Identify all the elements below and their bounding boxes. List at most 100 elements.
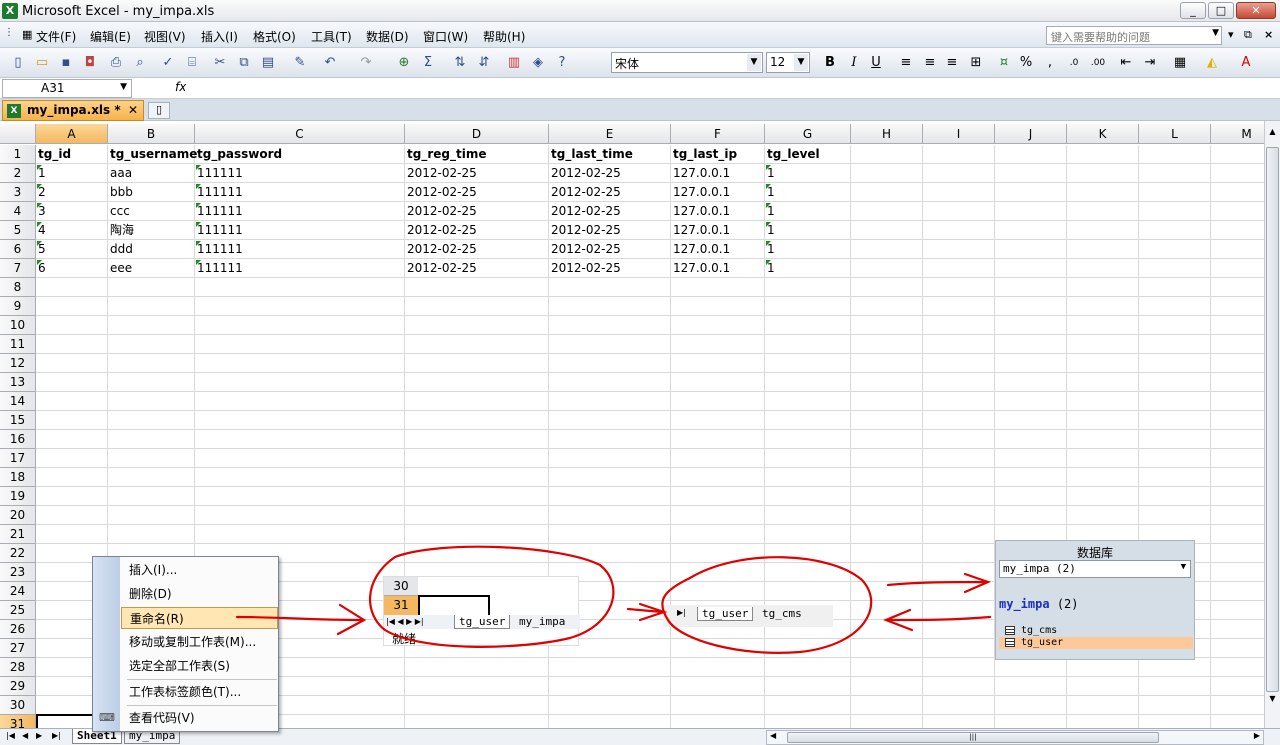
row-header-20[interactable]: 20 — [0, 506, 36, 525]
chart-wizard-icon[interactable]: ▥ — [506, 55, 522, 71]
data-cell[interactable]: 127.0.0.1 — [671, 183, 730, 202]
scroll-up-icon[interactable]: ▲ — [1265, 125, 1280, 139]
increase-decimal-icon[interactable]: .0 — [1066, 55, 1082, 71]
name-box[interactable]: A31 ▼ — [2, 79, 132, 98]
data-cell[interactable]: eee — [108, 259, 132, 278]
context-select-all-sheets[interactable]: 选定全部工作表(S) — [121, 655, 278, 677]
context-insert[interactable]: 插入(I)... — [121, 559, 278, 581]
header-cell-tg-id[interactable]: tg_id — [36, 145, 71, 164]
chevron-down-icon[interactable]: ▼ — [1181, 562, 1186, 572]
currency-icon[interactable]: ¤ — [996, 55, 1012, 71]
data-cell[interactable]: 2012-02-25 — [549, 259, 621, 278]
align-right-icon[interactable]: ≡ — [944, 55, 960, 71]
research-icon[interactable]: ⌸ — [184, 55, 200, 71]
data-cell[interactable]: ddd — [108, 240, 133, 259]
print-icon[interactable]: ⎙ — [108, 55, 124, 71]
database-select[interactable]: my_impa (2) ▼ — [999, 560, 1191, 578]
font-name-select[interactable]: 宋体 ▼ — [611, 52, 763, 73]
chevron-down-icon[interactable]: ▼ — [120, 82, 127, 92]
menu-file[interactable]: 文件(F) — [36, 28, 76, 45]
row-header-24[interactable]: 24 — [0, 582, 36, 601]
row-header-12[interactable]: 12 — [0, 354, 36, 373]
autosum-icon[interactable]: Σ — [420, 55, 436, 71]
print-preview-icon[interactable]: ⌕ — [132, 55, 148, 71]
scroll-left-icon[interactable]: ◀ — [770, 731, 776, 740]
hyperlink-icon[interactable]: ⊕ — [396, 55, 412, 71]
column-header-h[interactable]: H — [851, 124, 923, 144]
scroll-thumb[interactable]: ||| — [787, 732, 1159, 743]
scroll-right-icon[interactable]: ▶ — [1254, 731, 1260, 740]
row-header-1[interactable]: 1 — [0, 145, 36, 164]
align-left-icon[interactable]: ≡ — [898, 55, 914, 71]
help-icon[interactable]: ? — [554, 55, 570, 71]
row-header-16[interactable]: 16 — [0, 430, 36, 449]
context-rename[interactable]: 重命名(R) — [121, 607, 278, 629]
menu-window[interactable]: 窗口(W) — [423, 28, 468, 45]
fill-color-icon[interactable]: ◭ — [1204, 55, 1220, 71]
copy-icon[interactable]: ⧉ — [236, 55, 252, 71]
data-cell[interactable]: 2012-02-25 — [549, 202, 621, 221]
data-cell[interactable]: 111111 — [195, 183, 243, 202]
percent-button[interactable]: % — [1018, 55, 1034, 71]
align-center-icon[interactable]: ≡ — [922, 55, 938, 71]
doc-close-button[interactable]: × — [1264, 28, 1273, 41]
vertical-scrollbar[interactable]: ▲ ▼ — [1264, 121, 1280, 728]
underline-button[interactable]: U — [868, 55, 884, 71]
redo-icon[interactable]: ↷ — [358, 55, 374, 71]
horizontal-scrollbar[interactable]: ◀ ||| ▶ — [766, 730, 1264, 745]
data-cell[interactable]: 陶海 — [108, 221, 134, 240]
column-header-a[interactable]: A — [36, 124, 108, 144]
row-header-5[interactable]: 5 — [0, 221, 36, 240]
column-header-f[interactable]: F — [671, 124, 765, 144]
row-header-10[interactable]: 10 — [0, 316, 36, 335]
data-cell[interactable]: 2012-02-25 — [405, 202, 477, 221]
data-cell[interactable]: 2012-02-25 — [405, 240, 477, 259]
menu-tools[interactable]: 工具(T) — [311, 28, 352, 45]
menu-edit[interactable]: 编辑(E) — [90, 28, 131, 45]
open-icon[interactable]: ▭ — [34, 55, 50, 71]
table-item-tg-cms[interactable]: tg_cms — [999, 625, 1193, 637]
save-icon[interactable]: ▪ — [58, 55, 74, 71]
undo-icon[interactable]: ↶ — [322, 55, 338, 71]
data-cell[interactable]: 127.0.0.1 — [671, 202, 730, 221]
row-header-31[interactable]: 31 — [0, 715, 36, 728]
format-painter-icon[interactable]: ✎ — [292, 55, 308, 71]
prev-sheet-icon[interactable]: ◀ — [22, 731, 28, 740]
data-cell[interactable]: 2012-02-25 — [405, 221, 477, 240]
row-header-14[interactable]: 14 — [0, 392, 36, 411]
row-header-8[interactable]: 8 — [0, 278, 36, 297]
first-sheet-icon[interactable]: |◀ — [6, 731, 15, 740]
data-cell[interactable]: 111111 — [195, 259, 243, 278]
row-header-27[interactable]: 27 — [0, 639, 36, 658]
data-cell[interactable]: 2012-02-25 — [405, 164, 477, 183]
column-header-e[interactable]: E — [549, 124, 671, 144]
data-cell[interactable]: 2012-02-25 — [405, 183, 477, 202]
row-header-29[interactable]: 29 — [0, 677, 36, 696]
menu-view[interactable]: 视图(V) — [144, 28, 186, 45]
data-cell[interactable]: 2012-02-25 — [405, 259, 477, 278]
last-sheet-icon[interactable]: ▶| — [52, 731, 61, 740]
decrease-indent-icon[interactable]: ⇤ — [1118, 55, 1134, 71]
drawing-icon[interactable]: ◈ — [530, 55, 546, 71]
row-header-17[interactable]: 17 — [0, 449, 36, 468]
data-cell[interactable]: aaa — [108, 164, 132, 183]
row-header-30[interactable]: 30 — [0, 696, 36, 715]
row-header-28[interactable]: 28 — [0, 658, 36, 677]
data-cell[interactable]: 111111 — [195, 221, 243, 240]
row-header-23[interactable]: 23 — [0, 563, 36, 582]
column-header-i[interactable]: I — [923, 124, 995, 144]
data-cell[interactable]: 2012-02-25 — [549, 221, 621, 240]
column-header-c[interactable]: C — [195, 124, 405, 144]
context-tab-color[interactable]: 工作表标签颜色(T)... — [121, 681, 278, 703]
formula-input[interactable] — [190, 80, 1270, 96]
column-header-k[interactable]: K — [1067, 124, 1139, 144]
column-header-b[interactable]: B — [108, 124, 195, 144]
doc-restore-button[interactable]: ⧉ — [1244, 28, 1252, 42]
font-size-select[interactable]: 12 ▼ — [766, 52, 810, 73]
new-icon[interactable]: ▯ — [10, 55, 26, 71]
data-cell[interactable]: 127.0.0.1 — [671, 221, 730, 240]
row-header-7[interactable]: 7 — [0, 259, 36, 278]
row-header-11[interactable]: 11 — [0, 335, 36, 354]
row-header-3[interactable]: 3 — [0, 183, 36, 202]
row-header-9[interactable]: 9 — [0, 297, 36, 316]
